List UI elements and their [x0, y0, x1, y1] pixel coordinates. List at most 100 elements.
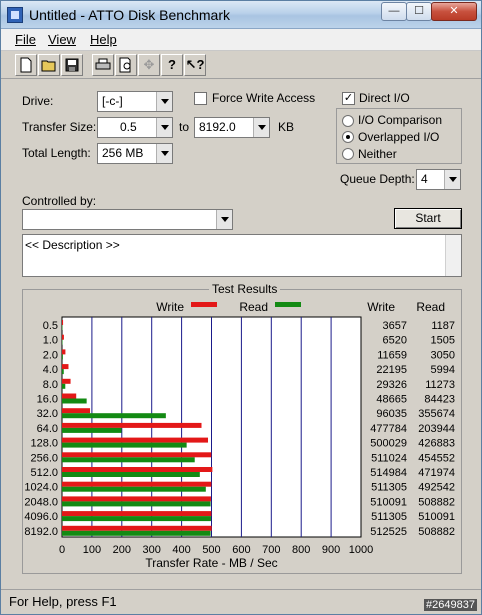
chevron-down-icon: [444, 170, 460, 189]
test-results-group: Test Results 0 100 200 300 400 500 600 700 800 90…: [22, 282, 462, 574]
overlapped-io-radio[interactable]: [342, 131, 354, 143]
legend-write-swatch: [191, 302, 217, 307]
start-button[interactable]: Start: [394, 208, 462, 229]
description-box[interactable]: << Description >>: [22, 234, 462, 277]
write-bar: [62, 481, 212, 487]
menu-view[interactable]: View: [48, 32, 76, 47]
id-badge: #2649837: [424, 599, 477, 611]
read-value: 508882: [418, 496, 455, 508]
read-bar: [62, 501, 211, 507]
move-icon[interactable]: ✥: [138, 54, 160, 76]
x-tick-label: 600: [232, 544, 250, 556]
controlled-by-select[interactable]: [22, 209, 233, 230]
x-tick-label: 800: [292, 544, 310, 556]
write-value: 96035: [376, 408, 407, 420]
force-write-label: Force Write Access: [212, 91, 316, 105]
minimize-button[interactable]: —: [381, 2, 407, 21]
x-tick-label: 500: [202, 544, 220, 556]
read-value: 492542: [418, 482, 455, 494]
category-label: 16.0: [37, 394, 58, 406]
chevron-down-icon: [156, 144, 172, 163]
read-value: 508882: [418, 526, 455, 538]
print-preview-icon[interactable]: [115, 54, 137, 76]
total-length-select[interactable]: 256 MB: [97, 143, 173, 164]
legend-write-label: Write: [156, 300, 184, 314]
write-value: 510091: [370, 496, 407, 508]
write-bar: [62, 496, 211, 502]
legend-read-label: Read: [239, 300, 268, 314]
read-column-header: Read: [416, 300, 445, 314]
menu-bar: File View Help: [1, 29, 481, 51]
menu-help[interactable]: Help: [90, 32, 117, 47]
read-bar: [62, 442, 187, 448]
help-icon[interactable]: ?: [161, 54, 183, 76]
transfer-size-to-select[interactable]: 8192.0: [194, 117, 270, 138]
x-axis-label: Transfer Rate - MB / Sec: [145, 556, 277, 570]
read-bar: [62, 413, 166, 419]
toolbar: ✥ ? ↖?: [1, 51, 481, 79]
overlapped-io-label: Overlapped I/O: [358, 130, 440, 144]
write-column-header: Write: [367, 300, 395, 314]
write-bar: [62, 408, 91, 414]
window-title: Untitled - ATTO Disk Benchmark: [29, 7, 230, 23]
write-bar: [62, 378, 71, 384]
read-bar: [62, 398, 87, 404]
read-bar: [62, 457, 195, 463]
category-label: 32.0: [37, 408, 58, 420]
category-label: 8192.0: [24, 526, 58, 538]
print-icon[interactable]: [92, 54, 114, 76]
read-value: 471974: [418, 467, 455, 479]
new-icon[interactable]: [15, 54, 37, 76]
read-bar: [62, 516, 211, 522]
read-value: 5994: [431, 364, 455, 376]
direct-io-checkbox[interactable]: ✓: [342, 92, 355, 105]
x-tick-label: 1000: [349, 544, 373, 556]
transfer-size-from-select[interactable]: 0.5: [97, 117, 173, 138]
read-bar: [62, 472, 200, 477]
menu-file-label: File: [15, 32, 36, 47]
transfer-size-from-value: 0.5: [120, 120, 137, 134]
chevron-down-icon: [253, 118, 269, 137]
transfer-size-label: Transfer Size:: [22, 120, 97, 134]
write-bar: [62, 525, 212, 531]
chevron-down-icon: [216, 210, 232, 229]
write-bar: [62, 393, 77, 399]
category-label: 512.0: [30, 467, 58, 479]
read-bar: [62, 427, 122, 433]
category-label: 1024.0: [24, 482, 58, 494]
status-bar: For Help, press F1 #2649837: [1, 589, 481, 614]
force-write-checkbox[interactable]: [194, 92, 207, 105]
atto-window: Untitled - ATTO Disk Benchmark — ☐ ✕ Fil…: [0, 0, 482, 615]
drive-label: Drive:: [22, 94, 54, 108]
write-value: 6520: [383, 335, 407, 347]
read-value: 510091: [418, 511, 455, 523]
x-tick-label: 200: [113, 544, 131, 556]
drive-select[interactable]: [-c-]: [97, 91, 173, 112]
write-value: 22195: [376, 364, 407, 376]
neither-radio[interactable]: [342, 148, 354, 160]
io-comparison-radio[interactable]: [342, 115, 354, 127]
write-value: 500029: [370, 438, 407, 450]
close-button[interactable]: ✕: [431, 2, 477, 21]
io-comparison-label: I/O Comparison: [358, 113, 443, 127]
read-value: 11273: [425, 379, 455, 391]
open-icon[interactable]: [38, 54, 60, 76]
context-help-icon[interactable]: ↖?: [184, 54, 206, 76]
maximize-button[interactable]: ☐: [406, 2, 432, 21]
read-bar: [62, 354, 63, 360]
description-scrollbar[interactable]: [445, 235, 461, 276]
save-icon[interactable]: [61, 54, 83, 76]
write-value: 511024: [371, 452, 407, 464]
status-text: For Help, press F1: [9, 594, 117, 609]
write-value: 511305: [371, 511, 407, 523]
write-value: 512525: [370, 526, 407, 538]
drive-value: [-c-]: [102, 94, 123, 108]
read-value: 84423: [424, 394, 455, 406]
menu-file[interactable]: File: [15, 32, 36, 47]
write-bar: [62, 422, 202, 428]
read-value: 1187: [431, 320, 455, 332]
x-tick-label: 100: [83, 544, 101, 556]
queue-depth-select[interactable]: 4: [416, 169, 461, 190]
chevron-down-icon: [156, 92, 172, 111]
read-value: 3050: [431, 349, 455, 361]
